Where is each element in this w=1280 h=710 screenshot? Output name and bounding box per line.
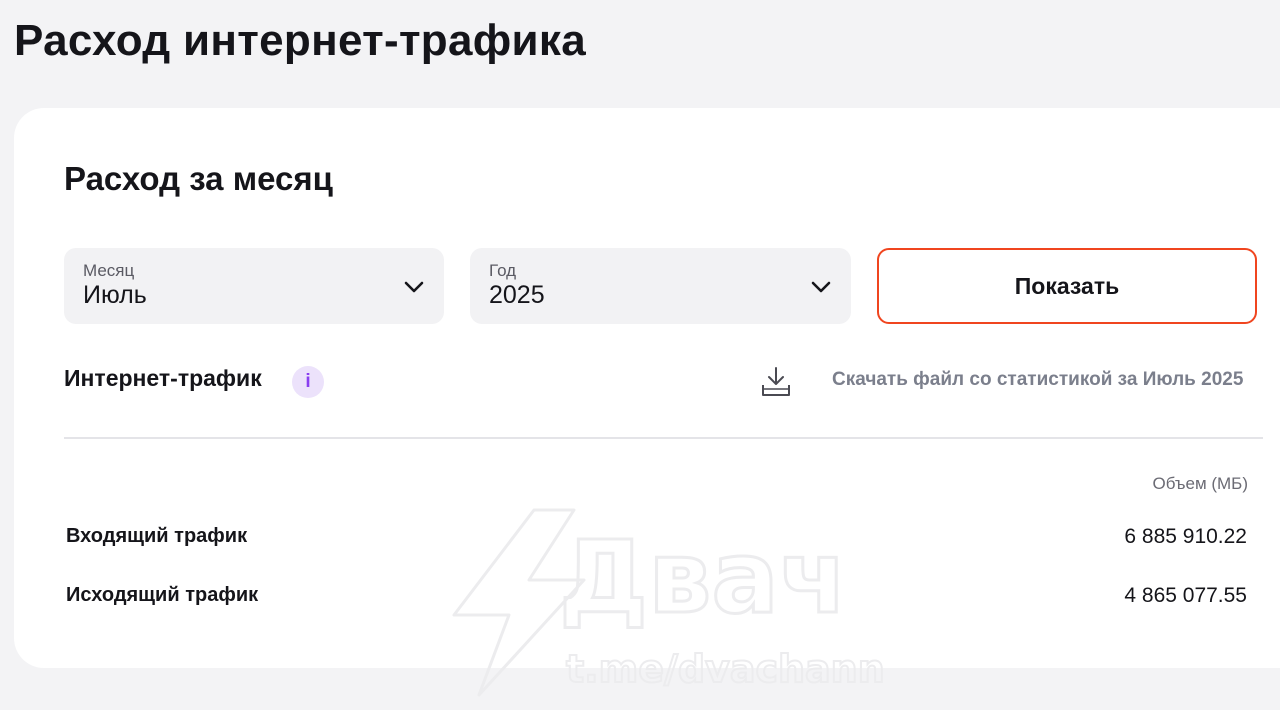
download-icon[interactable] bbox=[759, 365, 793, 399]
incoming-traffic-label: Входящий трафик bbox=[66, 525, 248, 547]
year-select[interactable]: Год 2025 bbox=[470, 248, 851, 324]
download-statistics-link[interactable]: Скачать файл со статистикой за Июль 2025 bbox=[832, 369, 1243, 391]
watermark-logo: Двач t.me/dvachannel bbox=[452, 508, 884, 697]
chevron-down-icon bbox=[811, 281, 831, 293]
month-select[interactable]: Месяц Июль bbox=[64, 248, 444, 324]
section-title: Расход за месяц bbox=[64, 160, 333, 197]
month-select-label: Месяц bbox=[83, 261, 135, 280]
year-select-label: Год bbox=[489, 261, 517, 280]
incoming-traffic-value: 6 885 910.22 bbox=[1124, 525, 1247, 548]
info-icon[interactable]: i bbox=[292, 366, 324, 398]
divider bbox=[64, 437, 1263, 439]
watermark-handle-text: t.me/dvachannel bbox=[566, 647, 884, 691]
watermark-brand-text: Двач bbox=[559, 519, 847, 636]
outgoing-traffic-label: Исходящий трафик bbox=[66, 584, 259, 606]
traffic-section-title: Интернет-трафик bbox=[64, 365, 262, 391]
year-select-value: 2025 bbox=[489, 281, 545, 309]
volume-column-header: Объем (МБ) bbox=[1152, 474, 1248, 493]
traffic-card: Расход за месяц Месяц Июль Год 2025 Пока… bbox=[14, 108, 1280, 697]
page-title: Расход интернет-трафика bbox=[14, 16, 586, 65]
chevron-down-icon bbox=[404, 281, 424, 293]
outgoing-traffic-value: 4 865 077.55 bbox=[1124, 584, 1247, 607]
show-button[interactable]: Показать bbox=[877, 248, 1257, 324]
month-select-value: Июль bbox=[83, 281, 147, 309]
